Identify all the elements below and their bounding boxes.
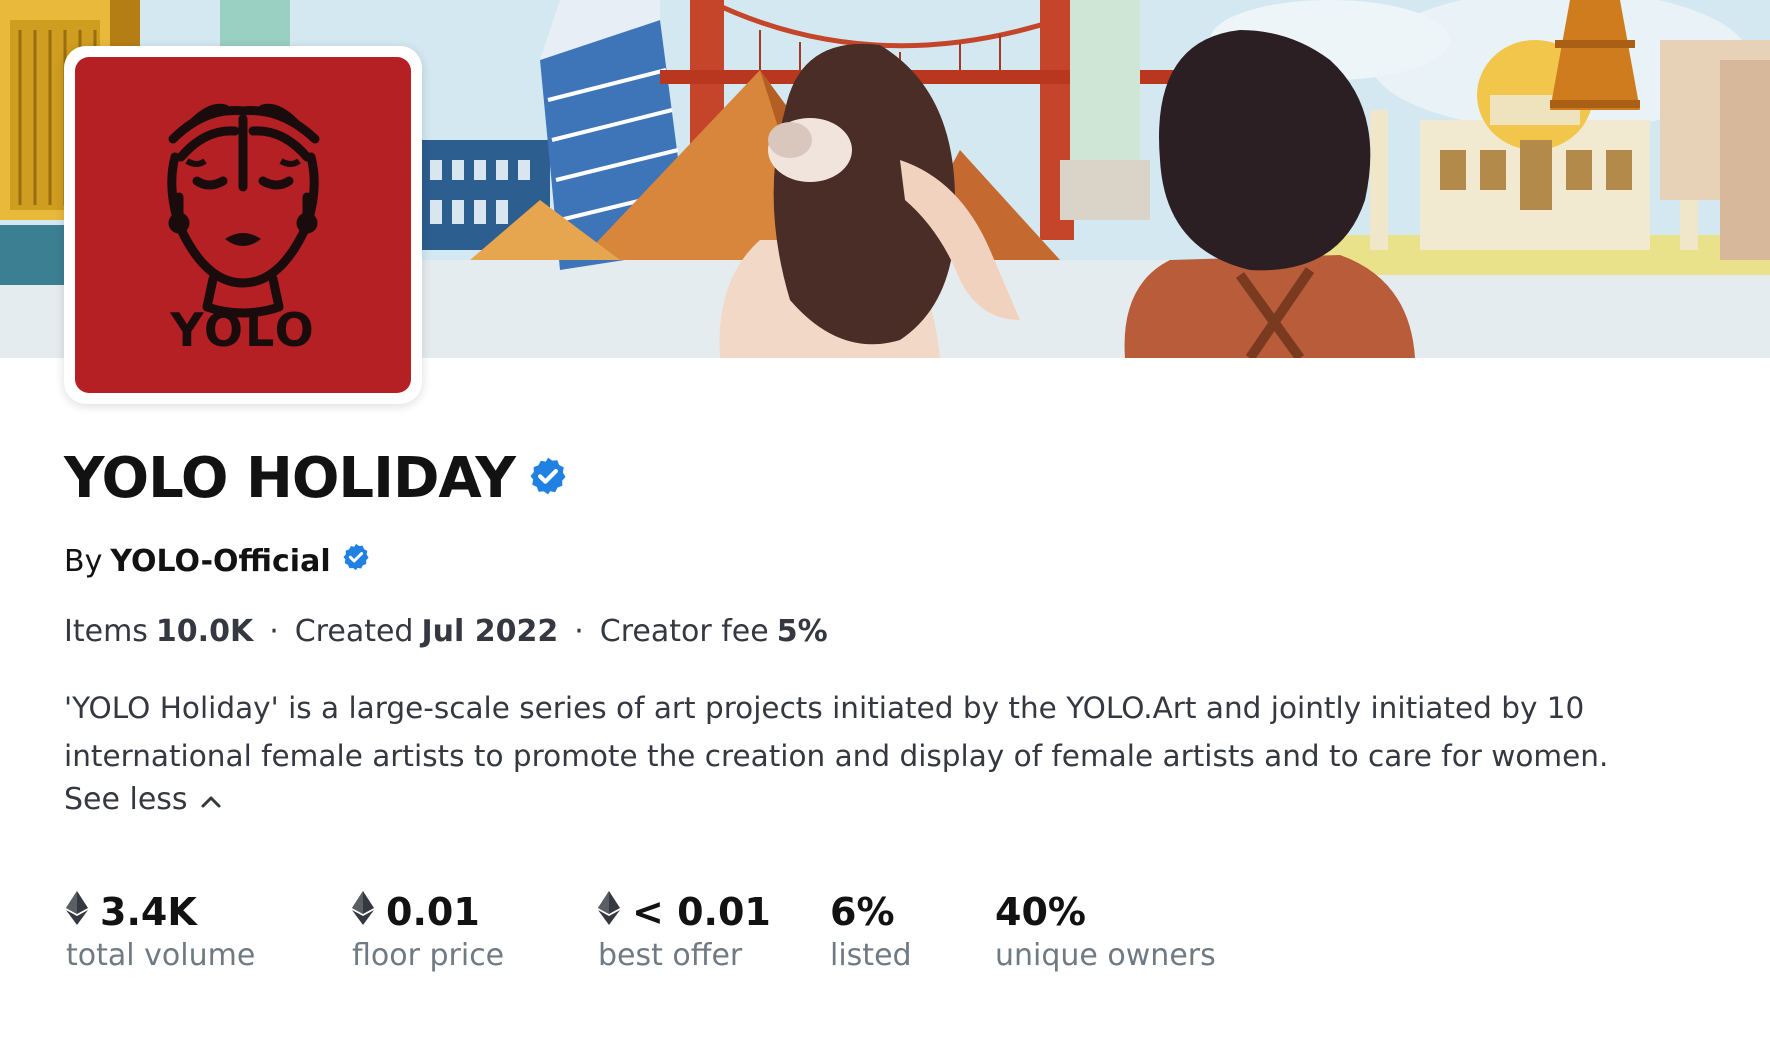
stat-listed[interactable]: 6% listed	[830, 890, 912, 973]
stat-label: floor price	[352, 938, 505, 973]
created-value: Jul 2022	[421, 614, 559, 649]
by-prefix: By	[64, 543, 103, 579]
ethereum-icon	[598, 890, 620, 934]
stat-value: 40%	[995, 890, 1086, 934]
collection-title: YOLO HOLIDAY	[64, 446, 516, 511]
stat-label: best offer	[598, 938, 743, 973]
stat-total-volume[interactable]: 3.4K total volume	[66, 890, 255, 973]
stat-floor-price[interactable]: 0.01 floor price	[352, 890, 504, 973]
chevron-up-icon	[200, 782, 222, 817]
avatar-logo-text: YOLO	[170, 303, 316, 357]
creator-verified-badge-icon	[341, 542, 371, 580]
ethereum-icon	[352, 890, 374, 934]
stat-label: listed	[830, 938, 912, 973]
stat-label: unique owners	[995, 938, 1216, 973]
meta-separator: ·	[269, 614, 279, 649]
collection-avatar: YOLO	[64, 46, 422, 404]
stat-value: 0.01	[386, 890, 480, 934]
description-line: 'YOLO Holiday' is a large-scale series o…	[64, 691, 1585, 725]
stat-label: total volume	[66, 938, 256, 973]
description-line: international female artists to promote …	[64, 739, 1609, 773]
stat-value: 6%	[830, 890, 895, 934]
collection-title-row: YOLO HOLIDAY	[64, 446, 569, 511]
collection-meta: Items 10.0K · Created Jul 2022 · Creator…	[64, 614, 828, 649]
stat-best-offer[interactable]: < 0.01 best offer	[598, 890, 771, 973]
stat-unique-owners[interactable]: 40% unique owners	[995, 890, 1216, 973]
ethereum-icon	[66, 890, 88, 934]
avatar-logo: YOLO	[75, 57, 411, 393]
creator-fee-label: Creator fee	[599, 614, 769, 649]
verified-badge-icon	[527, 455, 569, 502]
collection-description: 'YOLO Holiday' is a large-scale series o…	[64, 684, 1764, 780]
stat-value: < 0.01	[632, 890, 771, 934]
creator-link[interactable]: YOLO-Official	[110, 544, 330, 579]
see-less-label: See less	[64, 782, 188, 817]
items-value: 10.0K	[155, 614, 254, 649]
creator-fee-value: 5%	[776, 614, 828, 649]
items-label: Items	[64, 614, 148, 649]
see-less-button[interactable]: See less	[64, 782, 222, 817]
stat-value: 3.4K	[100, 890, 197, 934]
created-label: Created	[294, 614, 414, 649]
creator-row: By YOLO-Official	[64, 542, 371, 580]
meta-separator: ·	[574, 614, 584, 649]
